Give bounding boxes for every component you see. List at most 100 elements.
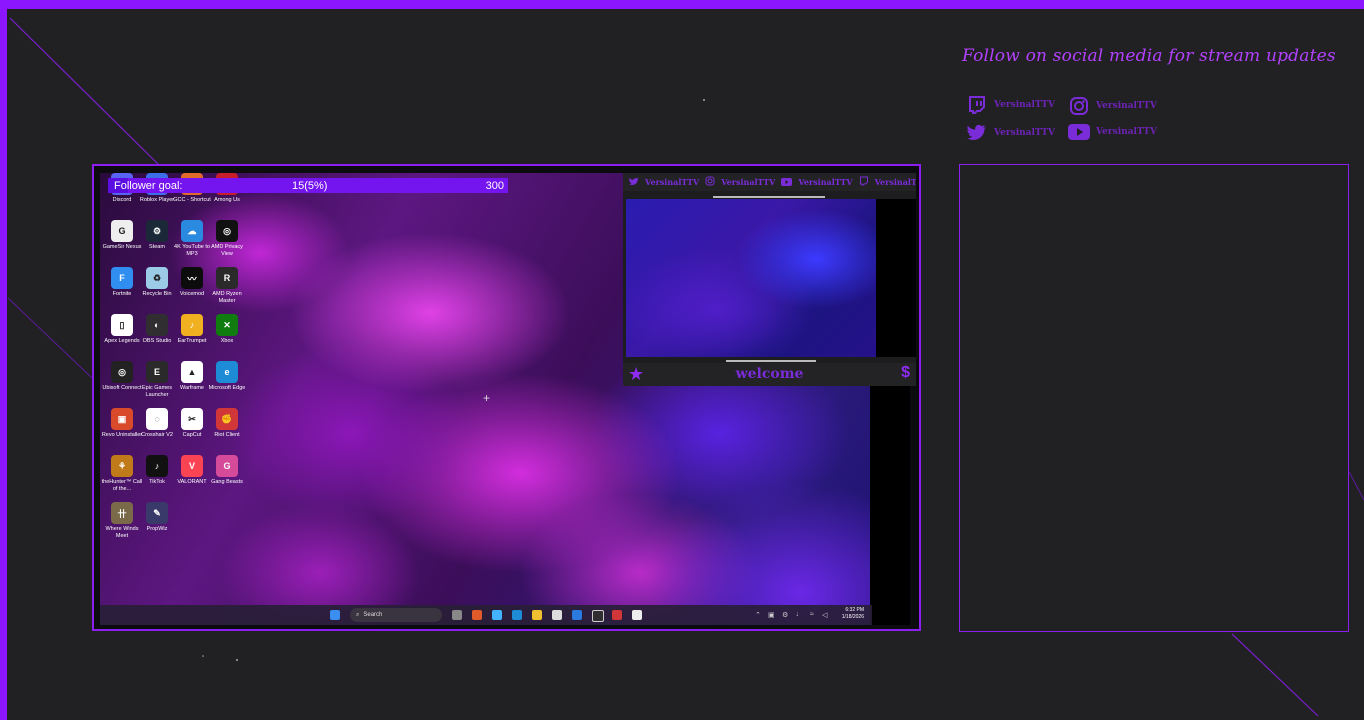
desktop-icon-image: ◌	[146, 408, 168, 430]
social-instagram: VersinalTTV	[1068, 95, 1157, 117]
desktop-icon-image: ⚘	[111, 455, 133, 477]
desktop-icon-image: ✎	[146, 502, 168, 524]
desktop-icon[interactable]: ⚙ Steam	[140, 220, 174, 251]
taskbar-app-1[interactable]	[472, 610, 482, 620]
taskbar-app-3[interactable]	[552, 610, 562, 620]
youtube-icon	[781, 173, 793, 191]
desktop-icon-label: PropWiz	[146, 526, 168, 532]
youtube-icon	[1068, 121, 1090, 143]
tray-mic-icon[interactable]: ♩	[796, 611, 803, 618]
taskbar-app-2[interactable]	[492, 610, 502, 620]
desktop-icon-image: ▯	[111, 314, 133, 336]
taskbar-app-explorer[interactable]	[532, 610, 542, 620]
taskbar: ⌕ Search ⌃ ▣ ⚙ ♩ ≈ ◁ 6:32 PM 1/18/2026	[100, 605, 872, 625]
desktop-icon[interactable]: E Epic Games Launcher	[140, 361, 174, 399]
desktop-icon[interactable]: 卄 Where Winds Meet	[105, 502, 139, 540]
twitch-icon	[966, 94, 988, 116]
instagram-icon	[1068, 95, 1090, 117]
social-twitter-handle: VersinalTTV	[994, 128, 1055, 138]
desktop-icon-image: ✕	[216, 314, 238, 336]
desktop-icon[interactable]: F Fortnite	[105, 267, 139, 298]
desktop-icon-image: ✂	[181, 408, 203, 430]
cam-handle-4: VersinalTTV	[874, 177, 916, 187]
webcam-video	[626, 199, 876, 357]
desktop-icon[interactable]: ✕ Xbox	[210, 314, 244, 345]
desktop-icon-image: ▣	[111, 408, 133, 430]
taskbar-app-5[interactable]	[612, 610, 622, 620]
cursor-icon: +	[483, 391, 491, 405]
twitch-icon	[859, 173, 869, 191]
desktop-icon[interactable]: ♪ EarTrumpet	[175, 314, 209, 345]
desktop-icon-image: 〰	[181, 267, 203, 289]
desktop-icon-image: ◎	[216, 220, 238, 242]
tray-wifi-icon[interactable]: ≈	[810, 611, 814, 618]
cam-welcome-text: welcome	[735, 366, 804, 382]
cam-divider-top	[713, 196, 825, 198]
tray-settings-icon[interactable]: ⚙	[782, 611, 788, 619]
desktop-icon[interactable]: 〰 Voicemod	[175, 267, 209, 298]
desktop-icon[interactable]: R AMD Ryzen Master	[210, 267, 244, 305]
desktop-icon[interactable]: ◐ OBS Studio	[140, 314, 174, 345]
webcam-frame: VersinalTTV VersinalTTV VersinalTTV Vers…	[623, 173, 916, 386]
desktop-icon[interactable]: ☁ 4K YouTube to MP3	[174, 220, 210, 258]
cam-bottom-bar: ★ welcome $	[623, 363, 916, 386]
desktop-icon[interactable]: ▯ Apex Legends	[104, 314, 140, 345]
desktop-icon[interactable]: e Microsoft Edge	[209, 361, 245, 392]
social-follow-title: Follow on social media for stream update…	[962, 46, 1336, 66]
desktop-icon-label: Among Us	[214, 197, 240, 203]
tray-volume-icon[interactable]: ◁	[822, 611, 827, 619]
start-button[interactable]	[330, 610, 340, 620]
taskbar-search-placeholder: Search	[363, 612, 383, 618]
desktop-icon[interactable]: ⚘ theHunter™ Call of the...	[102, 455, 142, 493]
tray-app-icon[interactable]: ▣	[768, 611, 775, 619]
taskbar-time: 6:32 PM	[845, 607, 864, 613]
desktop-icon[interactable]: ▣ Revo Uninstaller	[102, 408, 142, 439]
desktop-icon[interactable]: ✎ PropWiz	[140, 502, 174, 533]
social-twitter: VersinalTTV	[966, 122, 1055, 144]
desktop-icon-label: Gang Beasts	[211, 479, 243, 485]
cam-handle-2: VersinalTTV	[721, 177, 776, 187]
desktop-icon[interactable]: ♪ TikTok	[140, 455, 174, 486]
desktop-icon[interactable]: ◎ Ubisoft Connect	[102, 361, 142, 392]
desktop-icon[interactable]: V VALORANT	[175, 455, 209, 486]
desktop-icon-image: G	[111, 220, 133, 242]
desktop-icon-image: ✊	[216, 408, 238, 430]
desktop-icon-image: E	[146, 361, 168, 383]
social-youtube: VersinalTTV	[1068, 121, 1157, 143]
social-instagram-handle: VersinalTTV	[1096, 101, 1157, 111]
desktop-icon-image: ◎	[111, 361, 133, 383]
taskbar-search[interactable]: ⌕ Search	[350, 608, 442, 622]
desktop-icon[interactable]: G GameSir Nexus	[103, 220, 141, 251]
taskbar-app-6[interactable]	[632, 610, 642, 620]
desktop-icon[interactable]: ♻ Recycle Bin	[140, 267, 174, 298]
desktop-icon-label: Xbox	[220, 338, 234, 344]
instagram-icon	[705, 173, 715, 191]
twitter-icon	[966, 122, 988, 144]
taskbar-date: 1/18/2026	[841, 614, 864, 620]
twitter-icon	[629, 173, 639, 191]
desktop-icon-image: F	[111, 267, 133, 289]
desktop-icon[interactable]: ▲ Warframe	[175, 361, 209, 392]
desktop-icon[interactable]: ✂ CapCut	[175, 408, 209, 439]
taskbar-app-task-view[interactable]	[452, 610, 462, 620]
desktop-icon-image: ◐	[146, 314, 168, 336]
desktop-icon-image: R	[216, 267, 238, 289]
dollar-icon: $	[901, 364, 910, 381]
tray-chevron-icon[interactable]: ⌃	[755, 611, 761, 619]
desktop-icon-image: ♪	[146, 455, 168, 477]
desktop-icon[interactable]: ◎ AMD Privacy View	[210, 220, 244, 258]
follower-goal-progress: 15(5%)	[292, 179, 328, 192]
taskbar-app-edge[interactable]	[512, 610, 522, 620]
desktop-icon[interactable]: ✊ Riot Client	[210, 408, 244, 439]
taskbar-clock[interactable]: 6:32 PM 1/18/2026	[842, 607, 864, 621]
taskbar-app-obs[interactable]	[592, 610, 604, 622]
desktop-icon[interactable]: G Gang Beasts	[210, 455, 244, 486]
desktop-icon[interactable]: ◌ Crosshair V2	[140, 408, 174, 439]
taskbar-app-4[interactable]	[572, 610, 582, 620]
follower-goal-label: Follower goal:	[114, 179, 183, 192]
webcam-black-edge	[876, 199, 916, 357]
follower-goal-bar: Follower goal: 15(5%) 300	[108, 178, 508, 193]
desktop-icon-label: Microsoft Edge	[208, 385, 246, 391]
cam-top-bar: VersinalTTV VersinalTTV VersinalTTV Vers…	[623, 173, 916, 191]
desktop-icon-label: AMD Ryzen Master	[212, 291, 242, 304]
